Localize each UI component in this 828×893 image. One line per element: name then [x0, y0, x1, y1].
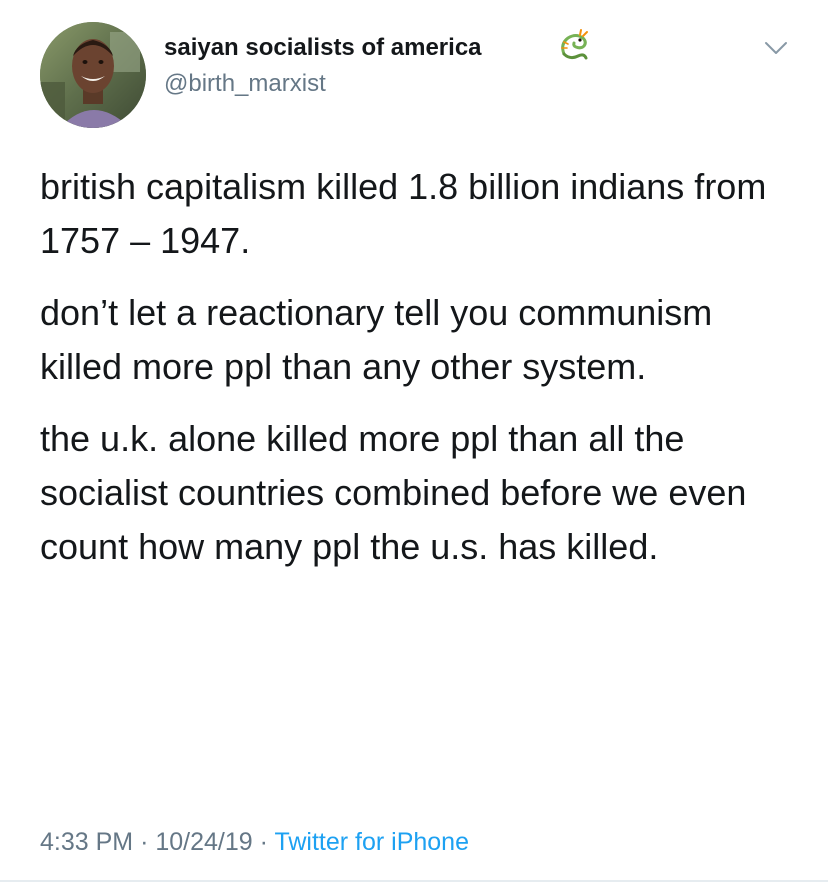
tweet-card: saiyan socialists of america @birth_marx…	[0, 0, 828, 893]
tweet-paragraph: don’t let a reactionary tell you communi…	[40, 292, 713, 387]
display-name[interactable]: saiyan socialists of america	[164, 34, 482, 62]
tweet-paragraph: british capitalism killed 1.8 billion in…	[40, 166, 767, 261]
meta-separator: ·	[259, 828, 268, 856]
tweet-source-link[interactable]: Twitter for iPhone	[274, 828, 469, 856]
dragon-emoji-icon	[561, 29, 588, 60]
meta-separator: ·	[140, 828, 149, 856]
user-handle[interactable]: @birth_marxist	[164, 70, 326, 98]
tweet-date[interactable]: 10/24/19	[155, 828, 252, 856]
avatar[interactable]	[40, 22, 146, 128]
chevron-down-icon[interactable]	[762, 36, 790, 60]
tweet-paragraph: the u.k. alone killed more ppl than all …	[40, 418, 747, 567]
divider	[0, 880, 828, 882]
avatar-photo	[40, 22, 146, 128]
tweet-metadata: 4:33 PM · 10/24/19 · Twitter for iPhone	[40, 828, 469, 857]
tweet-text: british capitalism killed 1.8 billion in…	[40, 160, 800, 592]
tweet-time[interactable]: 4:33 PM	[40, 828, 133, 856]
